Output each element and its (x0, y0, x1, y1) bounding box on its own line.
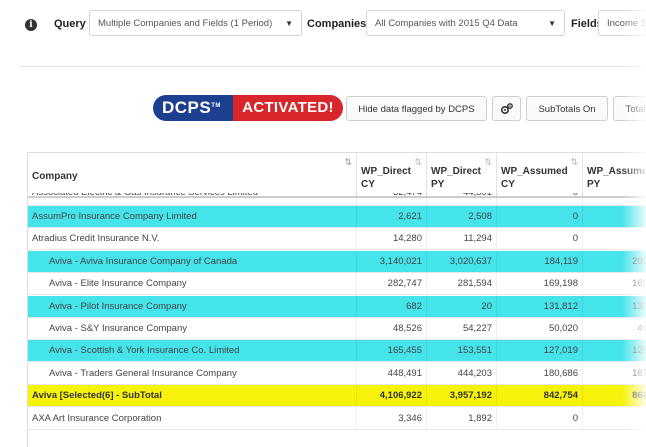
header-divider (20, 66, 646, 67)
table-row[interactable]: Aviva - Scottish & York Insurance Co. Li… (28, 340, 646, 363)
value-cell: 0 (497, 407, 583, 429)
company-name: Aviva - Aviva Insurance Company of Canad… (28, 250, 357, 272)
value-cell: 169,198 (497, 273, 583, 295)
results-table: Company ⇅ WP_Direct CY ⇅ WP_Direct PY ⇅ WP… (27, 152, 646, 447)
value-cell: 165,455 (357, 340, 427, 362)
subtotal-row[interactable]: Aviva [Selected(6] - SubTotal 4,106,922 3,… (28, 385, 646, 408)
value-cell (583, 193, 646, 206)
info-icon[interactable]: i (25, 19, 37, 31)
value-cell: 11,294 (427, 228, 497, 250)
table-row[interactable]: Aviva - Traders General Insurance Compan… (28, 362, 646, 385)
column-header-wp-direct-cy[interactable]: WP_Direct CY ⇅ (357, 153, 427, 197)
company-name: AssumPro Insurance Company Limited (28, 206, 357, 227)
value-cell: 682 (357, 295, 427, 317)
value-cell (583, 228, 646, 249)
totals-button[interactable]: Totals (613, 96, 646, 121)
caret-down-icon: ▼ (548, 19, 556, 28)
query-select[interactable]: Multiple Companies and Fields (1 Period)… (89, 10, 302, 36)
value-cell: 868 (583, 385, 646, 406)
value-cell: 448,491 (357, 362, 427, 384)
table-header: Company ⇅ WP_Direct CY ⇅ WP_Direct PY ⇅ WP… (28, 152, 646, 198)
table-row[interactable]: Aviva - Aviva Insurance Company of Canad… (28, 250, 646, 273)
table-row[interactable]: Aviva - Pilot Insurance Company 682 20 131,… (28, 295, 646, 318)
companies-select[interactable]: All Companies with 2015 Q4 Data ▼ (366, 10, 565, 36)
table-row[interactable]: Atradius Credit Insurance N.V. 14,280 11,2… (28, 228, 646, 251)
table-row[interactable]: Aviva - S&Y Insurance Company 48,526 54,22… (28, 318, 646, 340)
value-cell: 125 (583, 340, 646, 361)
column-header-wp-assumed-py[interactable]: WP_Assume PY (583, 153, 646, 197)
companies-select-value: All Companies with 2015 Q4 Data (375, 18, 518, 29)
sort-icon[interactable]: ⇅ (484, 157, 492, 168)
value-cell: 20 (427, 295, 497, 317)
company-name: Aviva [Selected(6] - SubTotal (28, 385, 357, 407)
value-cell: 131,812 (497, 295, 583, 317)
value-cell: 49 (583, 318, 646, 339)
value-cell (583, 206, 646, 227)
value-cell: 3,957,192 (427, 385, 497, 407)
value-cell: 127,019 (497, 340, 583, 362)
dcps-badge-left: DCPSTM (153, 95, 237, 121)
value-cell: 4,106,922 (357, 385, 427, 407)
query-bar: i Query Multiple Companies and Fields (1… (0, 0, 646, 52)
sort-icon[interactable]: ⇅ (414, 157, 422, 168)
value-cell: 842,754 (497, 385, 583, 407)
value-cell: 282,747 (357, 273, 427, 295)
sort-icon[interactable]: ⇅ (570, 157, 578, 168)
settings-button[interactable] (492, 96, 521, 121)
value-cell: 2,621 (357, 206, 427, 227)
gears-icon (500, 103, 513, 115)
column-header-wp-assumed-cy[interactable]: WP_Assumed CY ⇅ (497, 153, 583, 197)
company-name: Aviva - Pilot Insurance Company (28, 295, 357, 317)
fields-select[interactable]: Income S (598, 10, 646, 36)
value-cell: 3,346 (357, 407, 427, 429)
value-cell: 0 (497, 228, 583, 250)
value-cell: 281,594 (427, 273, 497, 295)
value-cell: 0 (497, 206, 583, 227)
value-cell: 32,474 (357, 193, 427, 206)
value-cell: 14,280 (357, 228, 427, 250)
column-header-wp-direct-py[interactable]: WP_Direct PY ⇅ (427, 153, 497, 197)
company-name: Aviva - S&Y Insurance Company (28, 318, 357, 339)
value-cell: 48,526 (357, 318, 427, 339)
value-cell: 2,508 (427, 206, 497, 227)
value-cell: 187 (583, 363, 646, 384)
table-row[interactable]: AssumPro Insurance Company Limited 2,621 2… (28, 206, 646, 228)
companies-label: Companies (307, 18, 367, 30)
company-name: AXA Art Insurance Corporation (28, 407, 357, 429)
value-cell: 169 (583, 273, 646, 294)
subtotals-button[interactable]: SubTotals On (526, 96, 608, 121)
value-cell: 184,119 (497, 250, 583, 272)
company-name: Atradius Credit Insurance N.V. (28, 228, 357, 250)
value-cell: 203 (583, 251, 646, 272)
value-cell: 444,203 (427, 362, 497, 384)
value-cell: 3,020,637 (427, 250, 497, 272)
value-cell: 153,551 (427, 340, 497, 362)
fields-select-value: Income S (607, 18, 646, 29)
value-cell: 180,686 (497, 362, 583, 384)
query-select-value: Multiple Companies and Fields (1 Period) (98, 18, 273, 29)
dcps-badge-right: ACTIVATED! (233, 95, 343, 121)
table-row[interactable]: AXA Art Insurance Corporation 3,346 1,892 0 (28, 407, 646, 430)
company-name: Aviva - Elite Insurance Company (28, 273, 357, 295)
query-label: Query (54, 18, 86, 30)
company-name: Associated Electric & Gas Insurance Serv… (28, 193, 357, 206)
column-header-company[interactable]: Company ⇅ (28, 153, 357, 197)
hide-flagged-button[interactable]: Hide data flagged by DCPS (346, 96, 487, 121)
value-cell: 44,301 (427, 193, 497, 206)
value-cell: 54,227 (427, 318, 497, 339)
company-name: Aviva - Traders General Insurance Compan… (28, 362, 357, 384)
company-name: Aviva - Scottish & York Insurance Co. Li… (28, 340, 357, 362)
value-cell: 130 (583, 296, 646, 317)
value-cell: 0 (497, 193, 583, 206)
table-row[interactable]: Aviva - Elite Insurance Company 282,747 28… (28, 273, 646, 296)
value-cell: 1,892 (427, 407, 497, 429)
caret-down-icon: ▼ (285, 19, 293, 28)
value-cell: 3,140,021 (357, 250, 427, 272)
value-cell: 50,020 (497, 318, 583, 339)
table-row[interactable]: Associated Electric & Gas Insurance Serv… (28, 193, 646, 206)
sort-icon[interactable]: ⇅ (344, 157, 352, 168)
value-cell (583, 408, 646, 429)
